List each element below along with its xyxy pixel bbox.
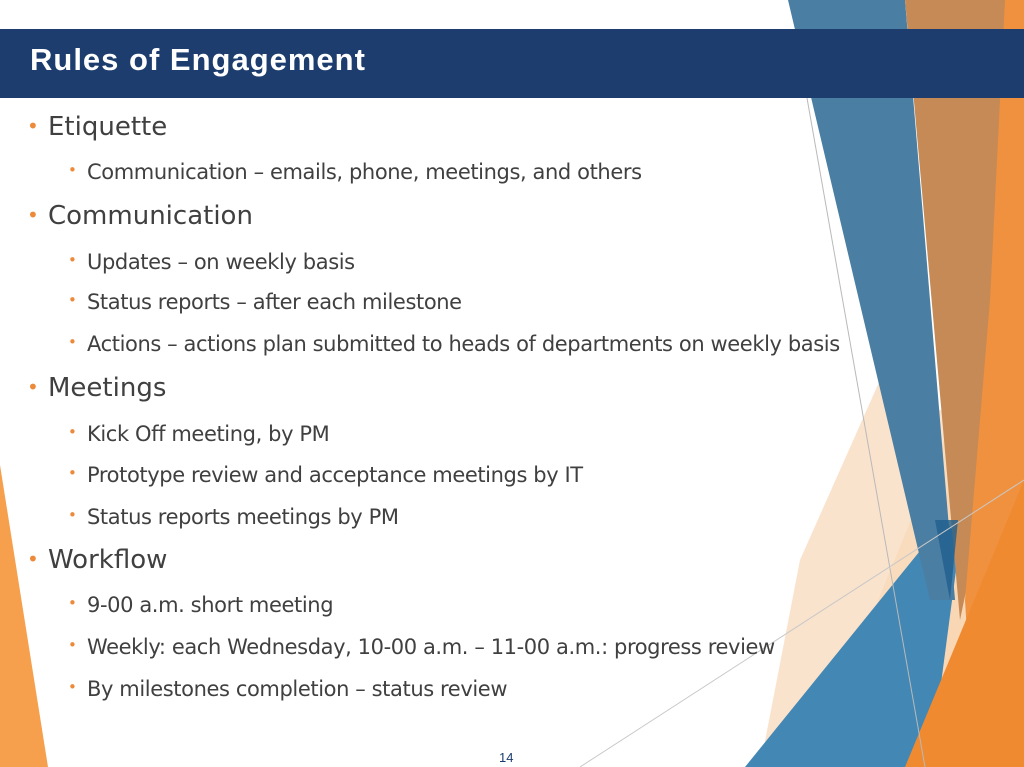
section-heading-text: Meetings [48, 373, 167, 403]
section-heading-etiquette: • Etiquette [27, 112, 168, 142]
bullet-icon: • [68, 464, 77, 482]
bullet-icon: • [27, 203, 39, 227]
bullet-icon: • [68, 678, 77, 696]
list-item-text: Kick Off meeting, by PM [87, 422, 330, 446]
list-item-text: Status reports meetings by PM [87, 505, 399, 529]
bullet-icon: • [27, 547, 39, 571]
list-item: • By milestones completion – status revi… [68, 677, 508, 701]
bullet-icon: • [68, 291, 77, 309]
list-item: • Weekly: each Wednesday, 10-00 a.m. – 1… [68, 635, 775, 659]
list-item-text: Actions – actions plan submitted to head… [87, 332, 840, 356]
list-item: • Communication – emails, phone, meeting… [68, 160, 642, 184]
list-item: • Actions – actions plan submitted to he… [68, 332, 840, 356]
list-item-text: By milestones completion – status review [87, 677, 508, 701]
section-heading-communication: • Communication [27, 201, 253, 231]
list-item: • Status reports meetings by PM [68, 505, 399, 529]
bullet-icon: • [68, 161, 77, 179]
bullet-icon: • [68, 423, 77, 441]
bullet-icon: • [27, 114, 39, 138]
bullet-icon: • [68, 333, 77, 351]
bullet-icon: • [68, 636, 77, 654]
section-heading-text: Communication [48, 201, 253, 231]
bullet-icon: • [68, 251, 77, 269]
bullet-icon: • [27, 375, 39, 399]
list-item-text: Weekly: each Wednesday, 10-00 a.m. – 11-… [87, 635, 775, 659]
list-item-text: Status reports – after each milestone [87, 290, 462, 314]
section-heading-meetings: • Meetings [27, 373, 167, 403]
list-item-text: Prototype review and acceptance meetings… [87, 463, 583, 487]
section-heading-text: Workflow [48, 545, 168, 575]
list-item: • Updates – on weekly basis [68, 250, 355, 274]
section-heading-workflow: • Workflow [27, 545, 168, 575]
bullet-icon: • [68, 594, 77, 612]
list-item: • Prototype review and acceptance meetin… [68, 463, 583, 487]
list-item-text: 9-00 a.m. short meeting [87, 593, 334, 617]
bullet-icon: • [68, 506, 77, 524]
page-number: 14 [499, 750, 514, 765]
list-item: • Kick Off meeting, by PM [68, 422, 330, 446]
list-item-text: Updates – on weekly basis [87, 250, 355, 274]
list-item: • 9-00 a.m. short meeting [68, 593, 334, 617]
list-item: • Status reports – after each milestone [68, 290, 462, 314]
slide-body: • Etiquette • Communication – emails, ph… [0, 0, 1024, 767]
list-item-text: Communication – emails, phone, meetings,… [87, 160, 642, 184]
section-heading-text: Etiquette [48, 112, 168, 142]
